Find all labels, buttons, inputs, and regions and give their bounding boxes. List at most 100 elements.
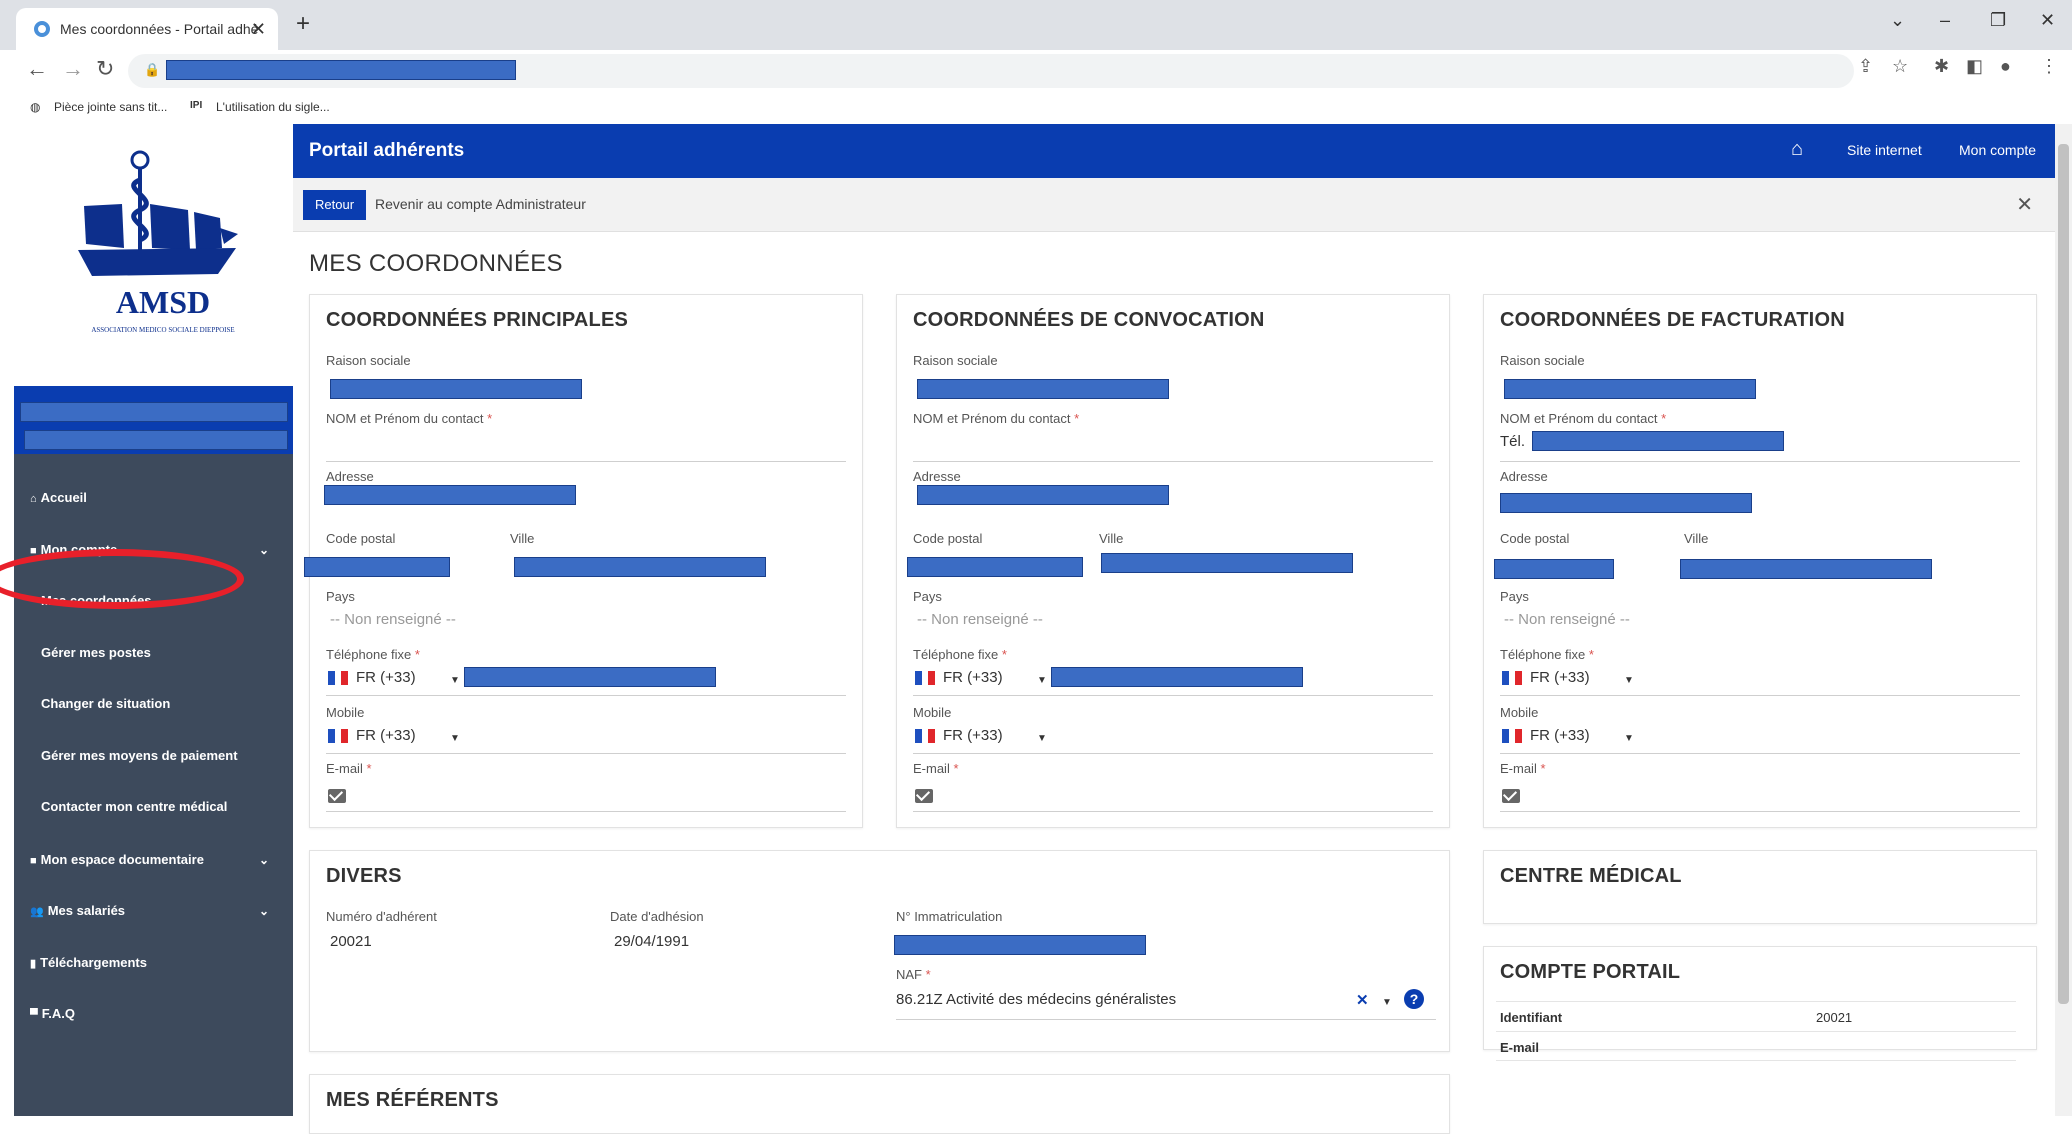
share-icon[interactable]: ⇪ [1858,56,1873,77]
sidebar-item-gerer-postes[interactable]: Gérer mes postes [14,633,293,673]
sidebar-item-espace-documentaire[interactable]: ■ Mon espace documentaire ⌄ [14,840,293,880]
portal-title[interactable]: Portail adhérents [309,140,464,162]
page-scrollbar[interactable] [2055,124,2072,1116]
tel-fixe-underline [326,695,846,696]
caret-down-icon[interactable]: ▼ [450,675,460,686]
raison-sociale-field[interactable] [330,379,582,399]
page-title: MES COORDONNÉES [309,250,563,277]
restore-icon[interactable]: ❐ [1990,10,2006,31]
france-flag-icon [1502,671,1523,685]
tel-fixe-field[interactable] [464,667,716,687]
sidebar-item-contacter-centre[interactable]: Contacter mon centre médical [14,787,293,827]
site-internet-link[interactable]: Site internet [1847,142,1922,158]
caret-down-icon[interactable]: ▼ [1382,997,1392,1008]
code-postal-label: Code postal [1500,531,1570,546]
caret-down-icon[interactable]: ▼ [1624,733,1634,744]
minimize-icon[interactable]: – [1940,10,1950,31]
mobile-input[interactable] [1500,753,2020,754]
tab-close-icon[interactable]: ✕ [251,8,266,50]
sidebar-item-moyens-paiement[interactable]: Gérer mes moyens de paiement [14,736,293,776]
tel-fixe-field[interactable] [1051,667,1303,687]
browser-tab[interactable]: Mes coordonnées - Portail adhé ✕ [16,8,278,50]
tel-fixe-input[interactable] [1500,695,2020,696]
adresse-field[interactable] [324,485,576,505]
main-content: Portail adhérents ⌂ Site internet Mon co… [293,124,2055,1134]
card-coordonnees-principales: COORDONNÉES PRINCIPALES Raison sociale N… [304,294,863,828]
amsd-logo[interactable]: AMSD ASSOCIATION MEDICO SOCIALE DIEPPOIS… [78,148,248,368]
ville-field[interactable] [1101,553,1353,573]
mobile-input[interactable] [326,753,846,754]
clear-icon[interactable]: ✕ [1356,991,1369,1009]
chevron-down-icon: ⌄ [258,904,269,918]
menu-icon[interactable]: ⋮ [2040,56,2058,77]
tel-fixe-prefix[interactable]: FR (+33) [943,669,1003,686]
sidebar-item-telechargements[interactable]: ▮ Téléchargements [14,943,293,983]
close-icon[interactable]: ✕ [2016,192,2033,217]
sidebar-item-accueil[interactable]: ⌂ Accueil [14,478,293,518]
ville-field[interactable] [1680,559,1932,579]
close-window-icon[interactable]: ✕ [2040,10,2055,31]
code-postal-field[interactable] [907,557,1083,577]
sidebar-item-mes-salaries[interactable]: 👥 Mes salariés ⌄ [14,891,293,931]
bookmark-item[interactable]: Pièce jointe sans tit... [54,100,167,114]
tab-search-icon[interactable]: ⌄ [1890,10,1905,31]
email-label: E-mail * [1500,761,1546,776]
caret-down-icon[interactable]: ▼ [450,733,460,744]
bookmark-item[interactable]: L'utilisation du sigle... [216,100,330,114]
mobile-input[interactable] [913,753,1433,754]
adresse-field[interactable] [917,485,1169,505]
mobile-label: Mobile [326,705,365,720]
help-icon[interactable]: ? [1404,989,1424,1009]
pays-select[interactable]: -- Non renseigné -- [1504,611,1630,628]
sidebar-item-changer-situation[interactable]: Changer de situation [14,684,293,724]
pays-label: Pays [326,589,355,604]
star-icon[interactable]: ☆ [1892,56,1908,77]
mobile-prefix[interactable]: FR (+33) [1530,727,1590,744]
scrollbar-thumb[interactable] [2058,144,2069,1004]
mobile-prefix[interactable]: FR (+33) [356,727,416,744]
tab-title: Mes coordonnées - Portail adhé [60,21,259,37]
tel-fixe-prefix[interactable]: FR (+33) [1530,669,1590,686]
new-tab-button[interactable]: + [296,10,310,38]
caret-down-icon[interactable]: ▼ [1624,675,1634,686]
contact-input[interactable] [326,461,846,462]
profile-icon[interactable]: ● [2000,56,2011,77]
pays-select[interactable]: -- Non renseigné -- [917,611,1043,628]
back-icon[interactable]: ← [26,56,48,82]
card-centre-medical: CENTRE MÉDICAL [1483,850,2037,924]
email-input[interactable] [326,811,846,812]
retour-button[interactable]: Retour [303,190,367,220]
naf-underline [896,1019,1436,1020]
contact-input[interactable] [913,461,1433,462]
url-field[interactable]: 🔒 [128,54,1854,88]
caret-down-icon[interactable]: ▼ [1037,733,1047,744]
forward-icon[interactable]: → [62,56,84,82]
side-panel-icon[interactable]: ◧ [1966,56,1983,77]
immatriculation-label: N° Immatriculation [896,909,1003,924]
extensions-icon[interactable]: ✱ [1934,56,1949,77]
email-input[interactable] [1500,811,2020,812]
code-postal-field[interactable] [1494,559,1614,579]
adresse-field[interactable] [1500,493,1752,513]
pays-select[interactable]: -- Non renseigné -- [330,611,456,628]
reload-icon[interactable]: ↻ [96,56,114,82]
chevron-down-icon: ⌄ [258,853,269,867]
admin-notice-text: Revenir au compte Administrateur [375,196,586,212]
ville-field[interactable] [514,557,766,577]
mobile-prefix[interactable]: FR (+33) [943,727,1003,744]
card-title: CENTRE MÉDICAL [1500,865,1682,887]
raison-sociale-field[interactable] [1504,379,1756,399]
mon-compte-link[interactable]: Mon compte [1959,142,2036,158]
sidebar-item-faq[interactable]: ▀ F.A.Q [14,994,293,1034]
tel-fixe-label: Téléphone fixe * [913,647,1007,662]
caret-down-icon[interactable]: ▼ [1037,675,1047,686]
tel-fixe-prefix[interactable]: FR (+33) [356,669,416,686]
contact-field[interactable] [1532,431,1784,451]
code-postal-field[interactable] [304,557,450,577]
date-adhesion-value: 29/04/1991 [614,933,690,950]
home-icon[interactable]: ⌂ [1791,138,1803,161]
table-row: E-mail [1496,1031,2016,1061]
raison-sociale-field[interactable] [917,379,1169,399]
email-input[interactable] [913,811,1433,812]
naf-select[interactable]: 86.21Z Activité des médecins généraliste… [896,991,1176,1008]
